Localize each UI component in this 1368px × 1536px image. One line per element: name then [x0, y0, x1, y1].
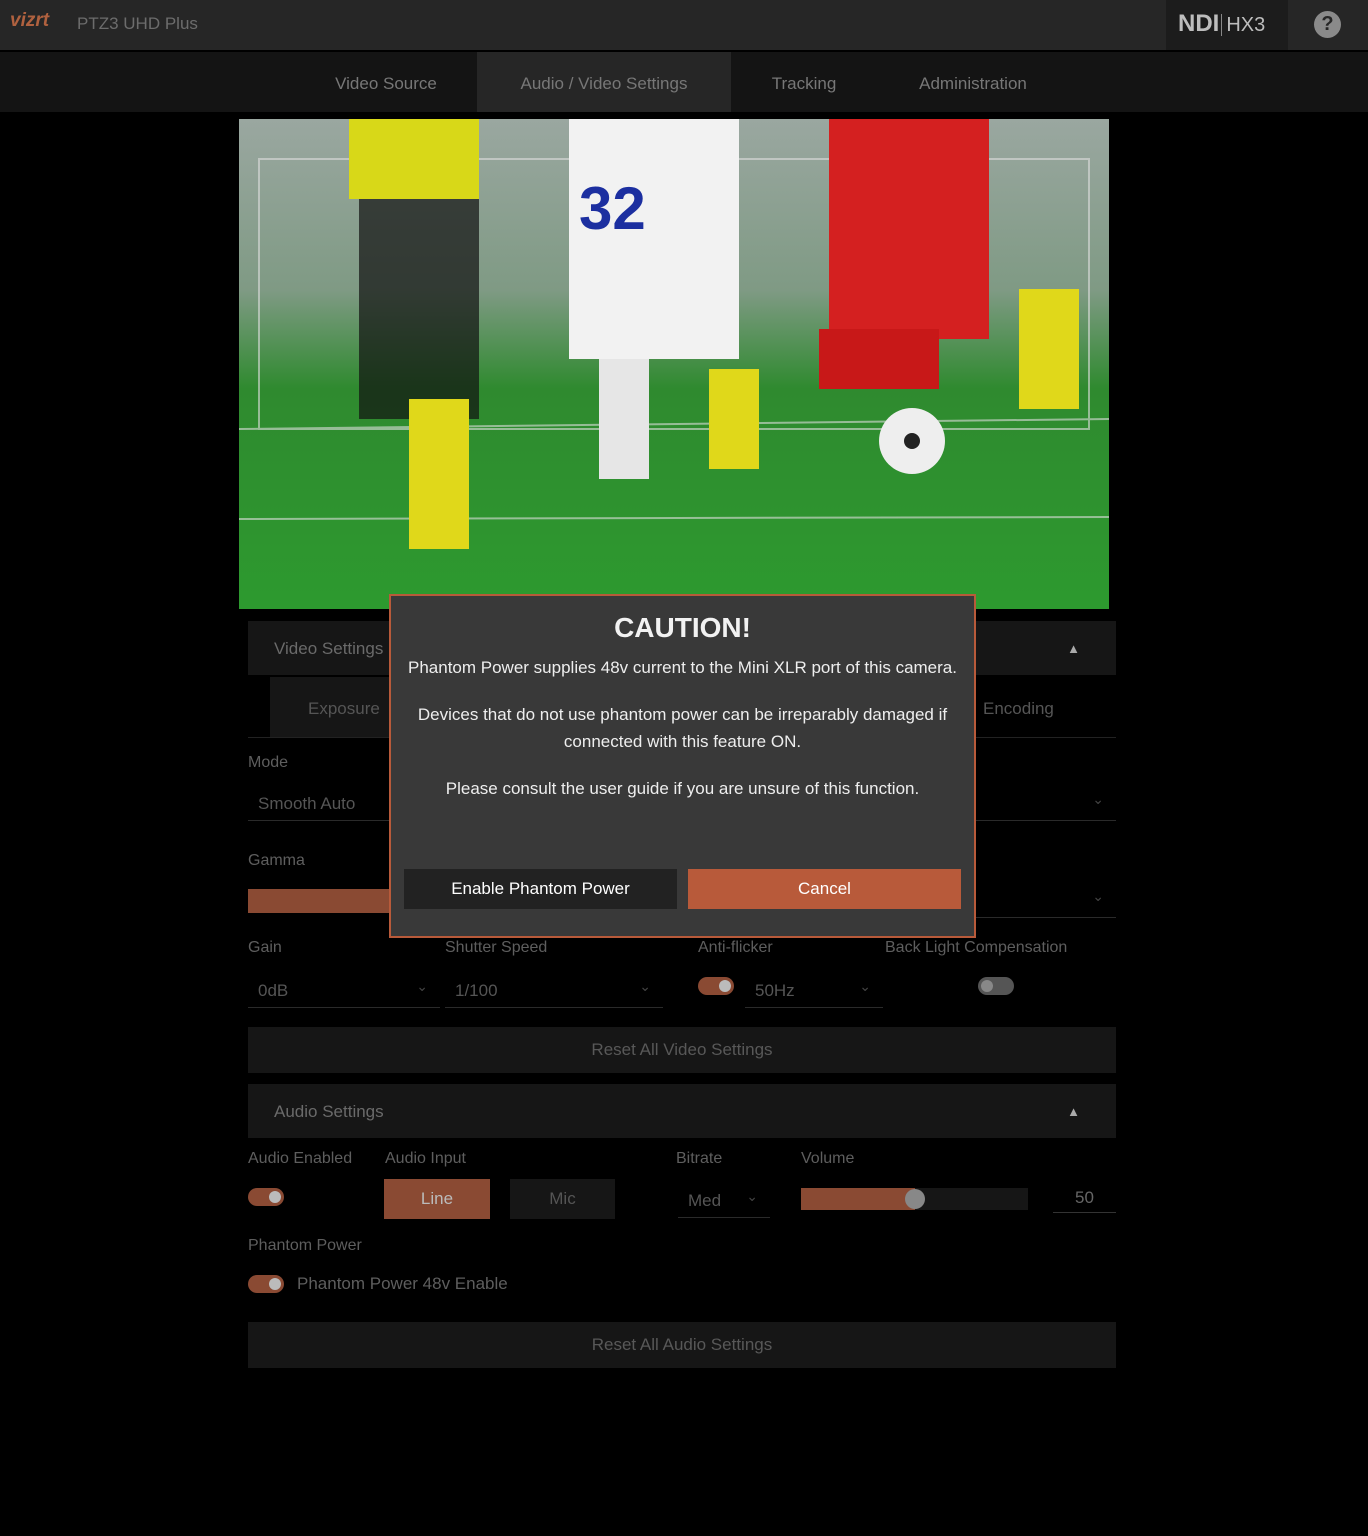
chevron-down-icon: ⌄: [1092, 888, 1104, 904]
antiflicker-toggle[interactable]: [698, 977, 734, 995]
audio-settings-header[interactable]: Audio Settings ▲: [248, 1084, 1116, 1138]
phantom-power-toggle-label: Phantom Power 48v Enable: [297, 1274, 508, 1293]
audio-settings-title: Audio Settings: [274, 1102, 384, 1121]
collapse-arrow-icon[interactable]: ▲: [1067, 1104, 1080, 1119]
dialog-text-2: Devices that do not use phantom power ca…: [417, 705, 948, 751]
volume-label: Volume: [801, 1150, 855, 1167]
audio-input-mic-button[interactable]: Mic: [510, 1179, 615, 1219]
video-frame-image: 32: [239, 119, 1109, 549]
audio-input-line-button[interactable]: Line: [384, 1179, 490, 1219]
shutter-value: 1/100: [455, 981, 498, 1000]
vizrt-logo: vizrt: [10, 10, 50, 31]
video-preview: 32: [239, 119, 1109, 609]
chevron-down-icon: ⌄: [639, 978, 651, 994]
gamma-select[interactable]: ⌄: [976, 882, 1116, 918]
tab-audio-video-settings[interactable]: Audio / Video Settings: [477, 52, 731, 112]
tab-administration[interactable]: Administration: [895, 52, 1051, 112]
ndi-text: NDI: [1178, 10, 1220, 37]
volume-slider-fill: [801, 1188, 915, 1210]
dialog-text-3: Please consult the user guide if you are…: [445, 779, 920, 798]
antiflicker-value: 50Hz: [755, 981, 795, 1000]
dialog-text-1: Phantom Power supplies 48v current to th…: [408, 658, 957, 677]
phantom-power-toggle[interactable]: [248, 1275, 284, 1293]
tab-video-source[interactable]: Video Source: [310, 52, 462, 112]
shutter-select[interactable]: 1/100 ⌄: [445, 972, 663, 1008]
dialog-title: CAUTION!: [614, 612, 751, 643]
mode-value: Smooth Auto: [258, 794, 356, 813]
blc-toggle[interactable]: [978, 977, 1014, 995]
volume-value-input[interactable]: 50: [1053, 1188, 1116, 1213]
audio-enabled-toggle[interactable]: [248, 1188, 284, 1206]
tab-encoding[interactable]: Encoding: [983, 699, 1054, 719]
reset-video-settings-button[interactable]: Reset All Video Settings: [248, 1027, 1116, 1073]
blc-label: Back Light Compensation: [885, 939, 1068, 956]
gamma-label: Gamma: [248, 852, 305, 869]
tab-tracking[interactable]: Tracking: [750, 52, 858, 112]
enable-phantom-power-button[interactable]: Enable Phantom Power: [404, 869, 677, 909]
bitrate-label: Bitrate: [676, 1150, 723, 1167]
tab-exposure[interactable]: Exposure: [270, 677, 400, 737]
reset-audio-settings-button[interactable]: Reset All Audio Settings: [248, 1322, 1116, 1368]
product-name: PTZ3 UHD Plus: [77, 14, 198, 33]
audio-input-label: Audio Input: [385, 1150, 466, 1167]
cancel-button[interactable]: Cancel: [688, 869, 961, 909]
video-settings-title: Video Settings: [274, 639, 384, 658]
bitrate-select[interactable]: Med ⌄: [678, 1182, 770, 1218]
bitrate-value: Med: [688, 1191, 722, 1210]
phantom-power-label: Phantom Power: [248, 1237, 362, 1254]
gain-value: 0dB: [258, 981, 289, 1000]
chevron-down-icon: ⌄: [746, 1188, 758, 1204]
audio-enabled-label: Audio Enabled: [248, 1150, 353, 1167]
gain-label: Gain: [248, 939, 282, 956]
svg-text:32: 32: [579, 175, 646, 242]
chevron-down-icon: ⌄: [416, 978, 428, 994]
hx-text: HX3: [1221, 14, 1266, 36]
gain-select[interactable]: 0dB ⌄: [248, 972, 440, 1008]
question-circle-icon[interactable]: ?: [1314, 11, 1341, 38]
volume-slider-thumb[interactable]: [904, 1189, 925, 1209]
antiflicker-label: Anti-flicker: [698, 939, 773, 956]
caution-dialog: CAUTION! Phantom Power supplies 48v curr…: [389, 594, 976, 938]
antiflicker-select[interactable]: 50Hz ⌄: [745, 972, 883, 1008]
chevron-down-icon: ⌄: [859, 978, 871, 994]
top-bar: [0, 0, 1368, 50]
volume-slider[interactable]: [801, 1188, 1028, 1210]
mode-label: Mode: [248, 754, 289, 771]
shutter-label: Shutter Speed: [445, 939, 548, 956]
chevron-down-icon: ⌄: [1092, 791, 1104, 807]
gamma-select-fill[interactable]: [248, 889, 398, 913]
collapse-arrow-icon[interactable]: ▲: [1067, 641, 1080, 656]
ndi-hx3-logo: NDI HX3: [1166, 0, 1288, 50]
